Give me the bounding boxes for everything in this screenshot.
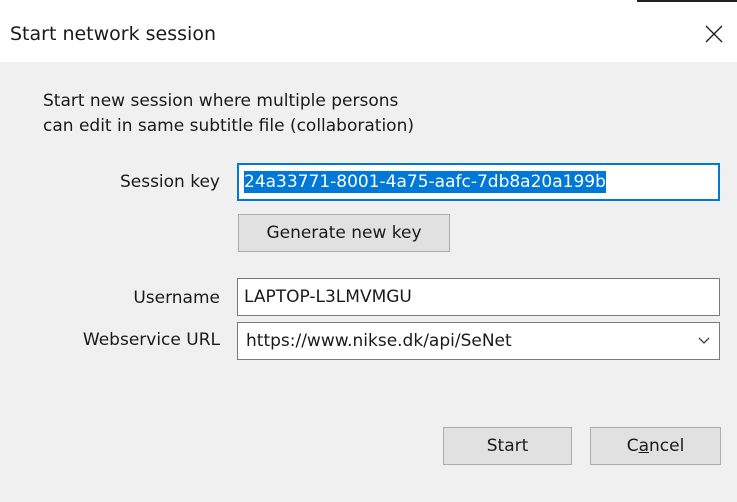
title-bar: Start network session [0,0,737,62]
cancel-label-prefix: C [626,436,639,456]
cancel-button[interactable]: Ca ncel [590,427,721,465]
cancel-label-suffix: ncel [648,436,685,456]
cancel-label-mnemonic: a [638,436,649,456]
close-icon [705,25,723,43]
webservice-url-label: Webservice URL [82,330,220,350]
session-key-label: Session key [119,172,220,192]
dropdown-button[interactable] [689,323,719,359]
username-value: LAPTOP-L3LMVMGU [244,287,412,307]
window-edge [637,0,737,2]
chevron-down-icon [698,337,710,344]
session-key-value: 24a33771-8001-4a75-aafc-7db8a20a199b [244,171,606,193]
description-line-1: Start new session where multiple persons [43,91,399,111]
username-input[interactable]: LAPTOP-L3LMVMGU [237,278,720,316]
start-button[interactable]: Start [443,427,572,465]
webservice-url-dropdown[interactable]: https://www.nikse.dk/api/SeNet [237,322,720,360]
generate-new-key-button[interactable]: Generate new key [238,214,450,252]
close-button[interactable] [694,14,734,54]
dialog-body: Start new session where multiple persons… [0,62,737,502]
description-text: Start new session where multiple persons… [43,89,414,139]
username-label: Username [133,288,220,308]
session-key-input[interactable]: 24a33771-8001-4a75-aafc-7db8a20a199b [237,163,720,201]
window-title: Start network session [10,23,216,45]
webservice-url-value: https://www.nikse.dk/api/SeNet [246,331,512,351]
description-line-2: can edit in same subtitle file (collabor… [43,116,414,136]
